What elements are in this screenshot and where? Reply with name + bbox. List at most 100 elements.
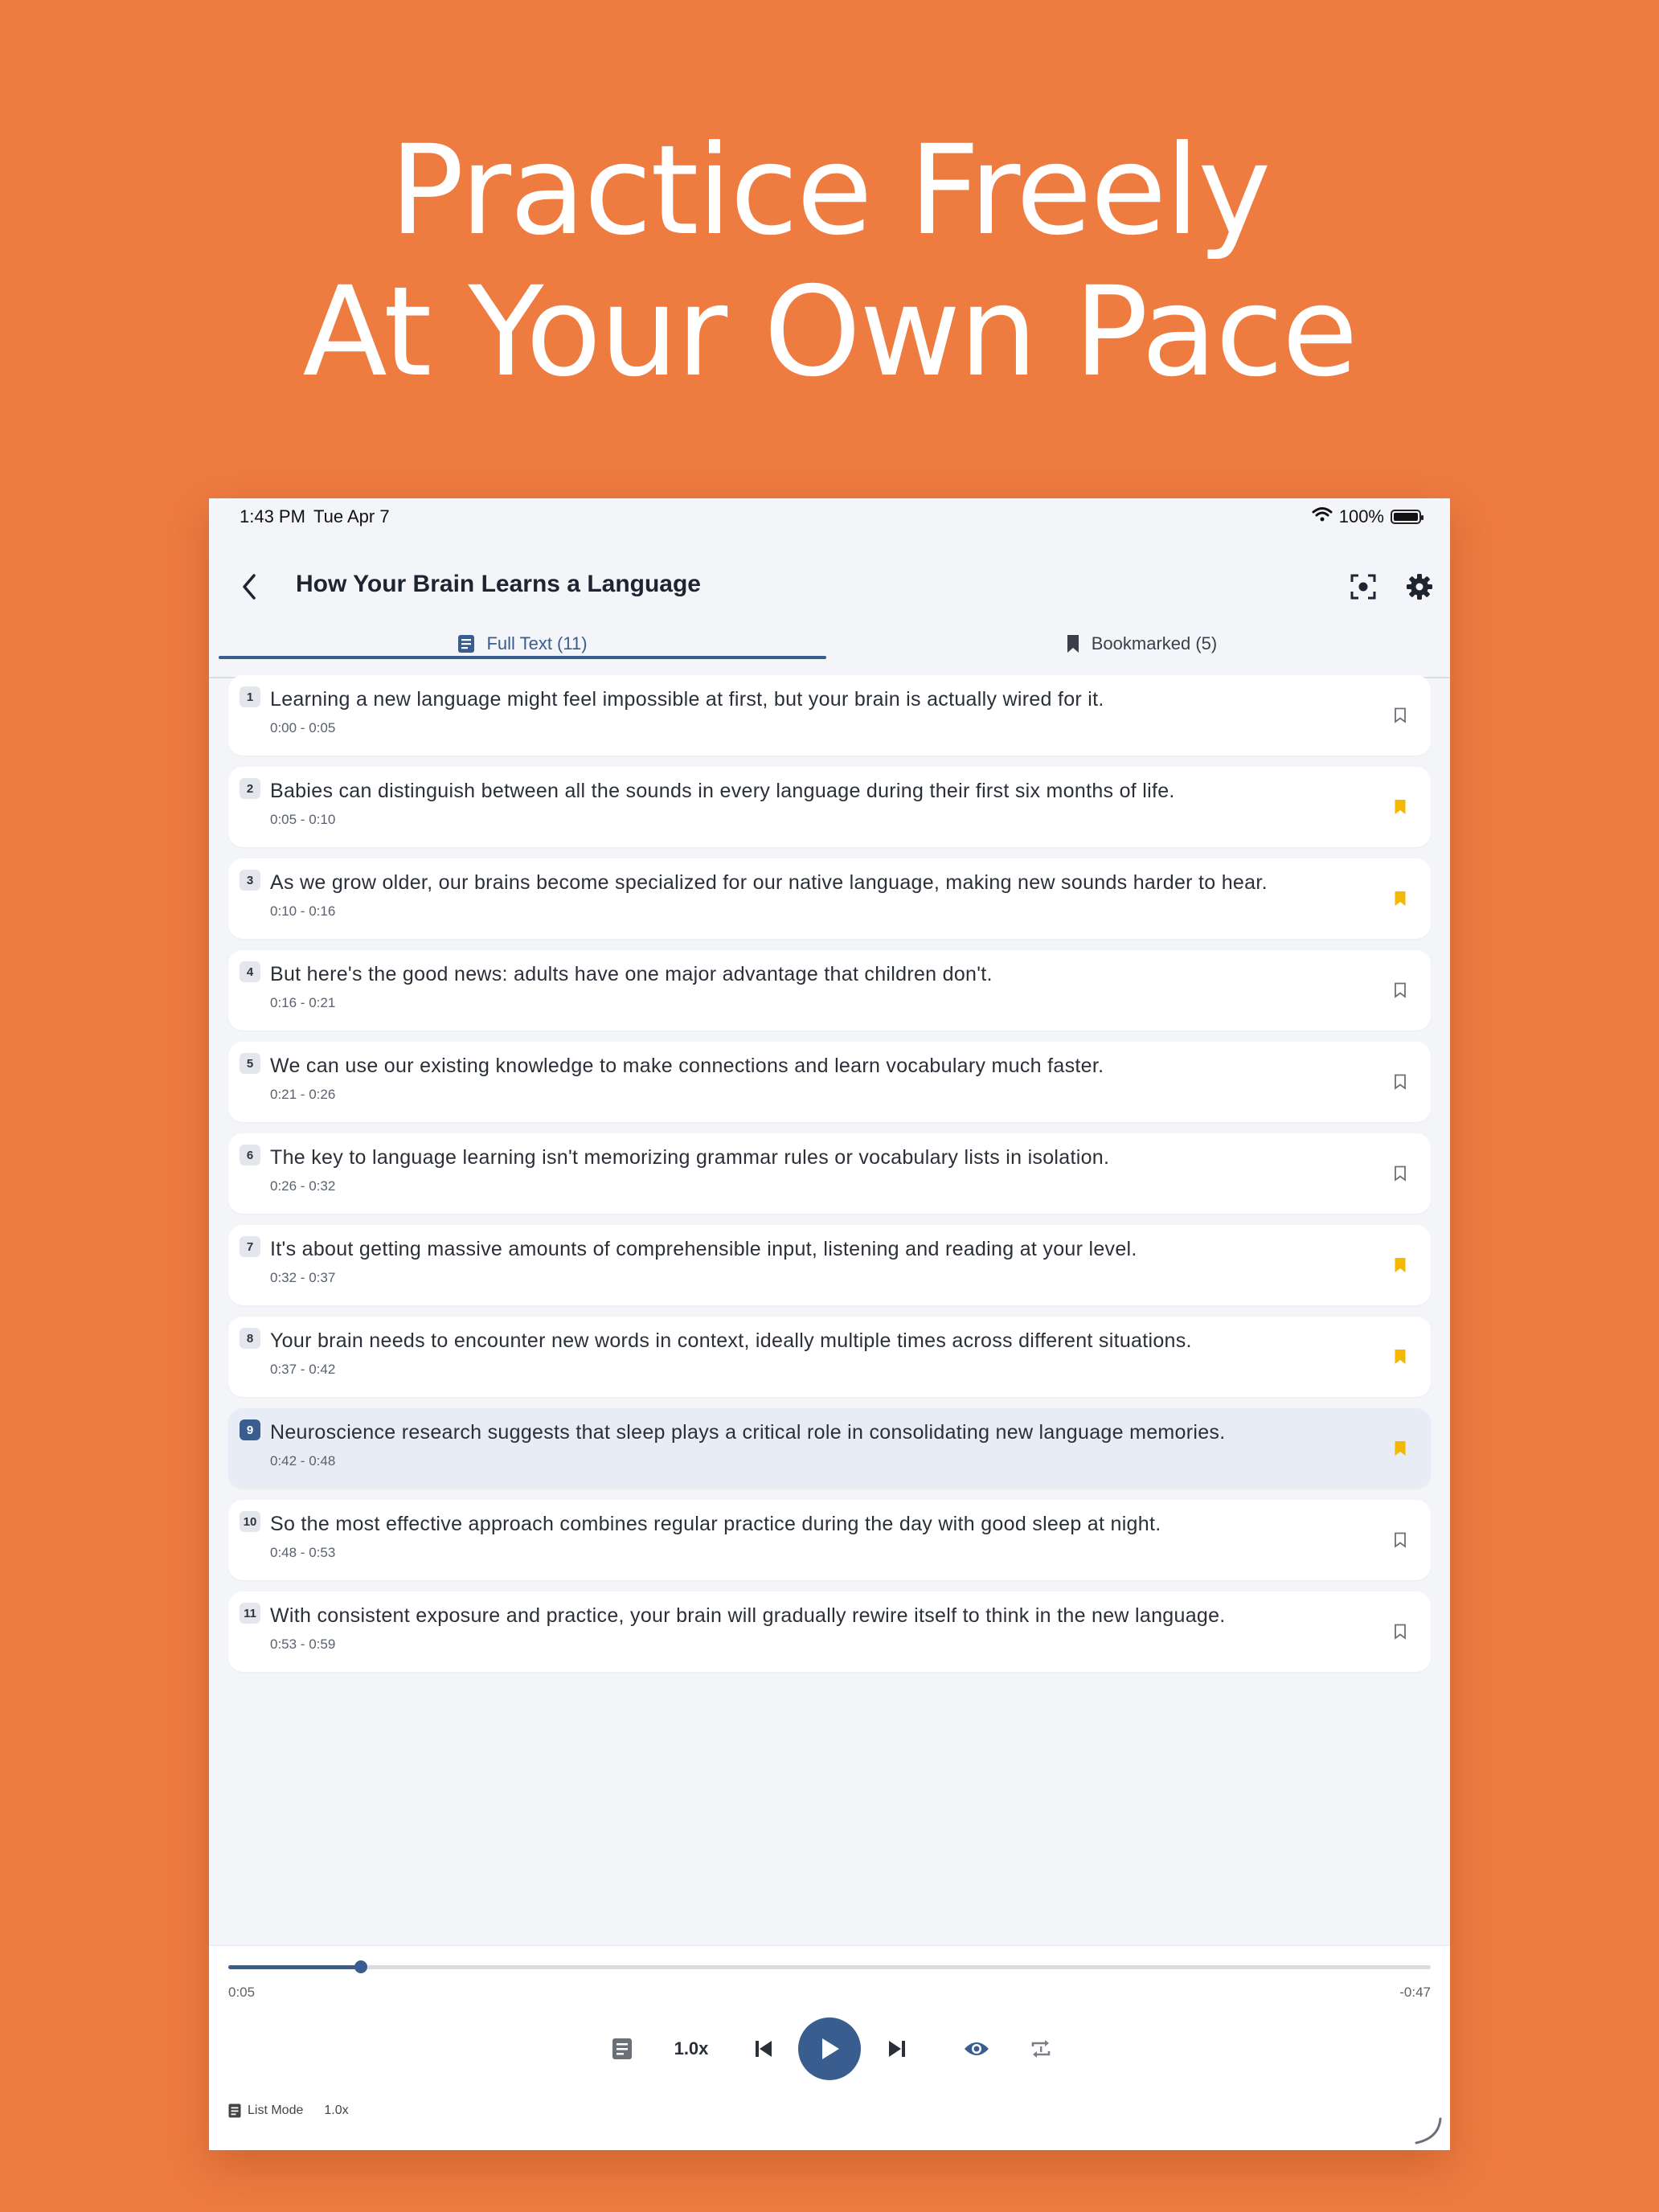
mode-label: List Mode	[248, 2103, 304, 2117]
sentence-text: Learning a new language might feel impos…	[270, 688, 1104, 711]
status-right: 100%	[1312, 506, 1423, 527]
sentence-time: 0:21 - 0:26	[270, 1087, 336, 1102]
sentence-number: 10	[240, 1511, 260, 1532]
document-icon	[612, 2038, 632, 2059]
headline-line-1: Practice Freely	[389, 119, 1272, 263]
battery-icon	[1391, 510, 1423, 524]
player-panel: 0:05 -0:47 1.0x List Mode 1.0x	[209, 1945, 1450, 2150]
bookmark-icon	[1067, 635, 1079, 653]
status-date: Tue Apr 7	[313, 506, 390, 526]
sentence-time: 0:42 - 0:48	[270, 1453, 336, 1469]
bookmark-filled-icon[interactable]	[1391, 1437, 1410, 1460]
sentence-text: But here's the good news: adults have on…	[270, 963, 993, 985]
sentence-row[interactable]: 10 So the most effective approach combine…	[228, 1500, 1431, 1580]
gear-icon	[1407, 574, 1432, 600]
bookmark-outline-icon[interactable]	[1391, 1162, 1410, 1185]
previous-button[interactable]	[746, 2015, 781, 2083]
skip-next-icon	[889, 2041, 905, 2057]
sentence-row[interactable]: 9 Neuroscience research suggests that sle…	[228, 1408, 1431, 1489]
bookmark-filled-icon[interactable]	[1391, 796, 1410, 818]
next-button[interactable]	[879, 2015, 915, 2083]
headline: Practice Freely At Your Own Pace	[0, 121, 1659, 403]
focus-button[interactable]	[1342, 566, 1384, 608]
sentence-row[interactable]: 5 We can use our existing knowledge to ma…	[228, 1042, 1431, 1122]
document-icon	[458, 635, 475, 653]
sentence-text: Your brain needs to encounter new words …	[270, 1329, 1192, 1352]
list-mode-icon	[228, 2103, 241, 2118]
tab-bookmarked[interactable]: Bookmarked (5)	[836, 611, 1447, 677]
sentence-number: 1	[240, 686, 260, 707]
skip-previous-icon	[756, 2041, 772, 2057]
sentence-number: 3	[240, 870, 260, 891]
sentence-text: It's about getting massive amounts of co…	[270, 1238, 1137, 1260]
bookmark-filled-icon[interactable]	[1391, 887, 1410, 910]
sentence-text: The key to language learning isn't memor…	[270, 1146, 1110, 1169]
progress-fill	[228, 1965, 361, 1969]
elapsed-time: 0:05	[228, 1985, 256, 2000]
status-time: 1:43 PM	[240, 506, 305, 526]
sentence-number: 2	[240, 778, 260, 799]
sentence-number: 6	[240, 1145, 260, 1165]
remaining-time: -0:47	[1399, 1985, 1431, 2000]
sentence-row[interactable]: 1 Learning a new language might feel impo…	[228, 675, 1431, 756]
sentence-row[interactable]: 3 As we grow older, our brains become spe…	[228, 858, 1431, 939]
sentence-row[interactable]: 8 Your brain needs to encounter new words…	[228, 1317, 1431, 1397]
bookmark-outline-icon[interactable]	[1391, 1620, 1410, 1643]
chevron-left-icon	[243, 574, 256, 600]
bookmark-filled-icon[interactable]	[1391, 1346, 1410, 1368]
playback-controls: 1.0x	[209, 2015, 1450, 2083]
sentence-time: 0:37 - 0:42	[270, 1362, 336, 1377]
eye-icon	[965, 2042, 989, 2055]
sentence-row[interactable]: 6 The key to language learning isn't memo…	[228, 1133, 1431, 1214]
bookmark-outline-icon[interactable]	[1391, 979, 1410, 1002]
bookmark-outline-icon[interactable]	[1391, 1071, 1410, 1093]
sentence-row[interactable]: 7 It's about getting massive amounts of c…	[228, 1225, 1431, 1305]
transcript-button[interactable]	[604, 2015, 640, 2083]
progress-knob[interactable]	[354, 1960, 367, 1973]
device-screen: 1:43 PM Tue Apr 7 100% How Your Brain Le…	[209, 498, 1450, 2150]
sentence-time: 0:05 - 0:10	[270, 812, 336, 827]
sentence-row[interactable]: 4 But here's the good news: adults have o…	[228, 950, 1431, 1030]
sentence-time: 0:26 - 0:32	[270, 1178, 336, 1194]
visibility-button[interactable]	[956, 2015, 997, 2083]
tab-bookmarked-label: Bookmarked (5)	[1091, 633, 1218, 653]
back-button[interactable]	[228, 566, 270, 608]
play-icon	[822, 2038, 839, 2059]
sentence-row[interactable]: 11 With consistent exposure and practice,…	[228, 1591, 1431, 1672]
headline-line-2: At Your Own Pace	[302, 260, 1358, 404]
mode-footer: List Mode 1.0x	[228, 2103, 349, 2118]
sentence-text: So the most effective approach combines …	[270, 1513, 1161, 1535]
sentence-time: 0:53 - 0:59	[270, 1636, 336, 1652]
bookmark-outline-icon[interactable]	[1391, 704, 1410, 727]
tab-bar: Full Text (11) Bookmarked (5)	[209, 611, 1450, 678]
active-tab-indicator	[219, 656, 826, 659]
speed-button[interactable]: 1.0x	[659, 2015, 723, 2083]
tab-full-text[interactable]: Full Text (11)	[217, 611, 828, 677]
settings-button[interactable]	[1399, 566, 1440, 608]
bookmark-filled-icon[interactable]	[1391, 1254, 1410, 1276]
sentence-text: We can use our existing knowledge to mak…	[270, 1055, 1104, 1077]
page-title: How Your Brain Learns a Language	[296, 571, 701, 597]
status-bar: 1:43 PM Tue Apr 7 100%	[209, 498, 1450, 539]
sentence-row[interactable]: 2 Babies can distinguish between all the …	[228, 767, 1431, 847]
sentence-time: 0:00 - 0:05	[270, 720, 336, 735]
sentence-text: Babies can distinguish between all the s…	[270, 780, 1175, 802]
sentence-number: 9	[240, 1419, 260, 1440]
repeat-one-icon	[1031, 2040, 1051, 2058]
repeat-button[interactable]	[1021, 2015, 1061, 2083]
tab-full-text-label: Full Text (11)	[486, 633, 588, 653]
sentence-text: As we grow older, our brains become spec…	[270, 871, 1268, 894]
sentence-text: Neuroscience research suggests that slee…	[270, 1421, 1226, 1444]
wifi-icon	[1312, 506, 1333, 527]
bookmark-outline-icon[interactable]	[1391, 1529, 1410, 1551]
sentence-text: With consistent exposure and practice, y…	[270, 1604, 1226, 1627]
sentence-number: 11	[240, 1603, 260, 1624]
sentence-time: 0:48 - 0:53	[270, 1545, 336, 1560]
sentence-number: 8	[240, 1328, 260, 1349]
sentence-time: 0:32 - 0:37	[270, 1270, 336, 1285]
sentence-number: 5	[240, 1053, 260, 1074]
sentence-time: 0:16 - 0:21	[270, 995, 336, 1010]
play-button[interactable]	[798, 2017, 861, 2080]
progress-track[interactable]	[228, 1960, 1431, 1973]
sentence-time: 0:10 - 0:16	[270, 903, 336, 919]
